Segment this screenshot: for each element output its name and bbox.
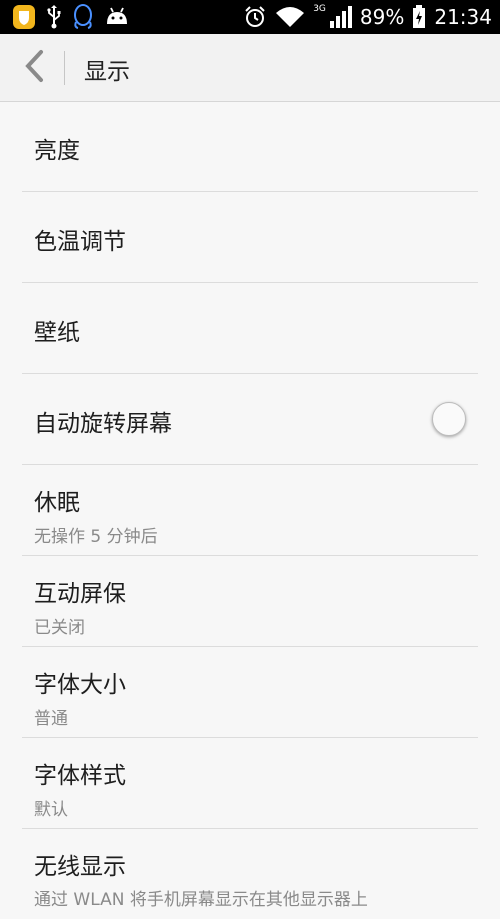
network-type: 3G [313,4,326,14]
setting-title: 互动屏保 [34,581,126,607]
setting-title: 字体大小 [34,672,126,698]
back-button[interactable] [16,48,52,88]
setting-font-size[interactable]: 字体大小 普通 [22,647,478,738]
settings-list: 亮度 色温调节 壁纸 自动旋转屏幕 休眠 无操作 5 分钟后 互动屏保 已关闭 … [0,101,500,919]
auto-rotate-toggle[interactable] [432,402,466,436]
setting-title: 休眠 [34,490,80,516]
clock: 21:34 [434,5,492,29]
header-divider [64,51,65,85]
signal-icon [328,5,352,29]
setting-title: 字体样式 [34,763,126,789]
setting-sleep[interactable]: 休眠 无操作 5 分钟后 [22,465,478,556]
setting-wireless-display[interactable]: 无线显示 通过 WLAN 将手机屏幕显示在其他显示器上 [22,829,478,919]
alarm-icon [243,5,267,29]
setting-value: 已关闭 [34,618,85,638]
setting-color-temperature[interactable]: 色温调节 [22,192,478,283]
shield-icon [12,4,36,30]
setting-daydream[interactable]: 互动屏保 已关闭 [22,556,478,647]
action-bar: 显示 [0,34,500,102]
status-bar: 3G 89% 21:34 [0,0,500,34]
chevron-left-icon [23,49,45,87]
wifi-icon [275,6,305,28]
android-icon [104,6,130,28]
setting-auto-rotate[interactable]: 自动旋转屏幕 [22,374,478,465]
usb-icon [46,5,62,29]
setting-font-style[interactable]: 字体样式 默认 [22,738,478,829]
qq-icon [72,4,94,30]
setting-title: 自动旋转屏幕 [34,411,172,437]
setting-value: 普通 [34,709,68,729]
battery-percent: 89% [359,5,405,29]
setting-title: 亮度 [34,138,80,164]
setting-value: 默认 [34,800,68,820]
setting-title: 色温调节 [34,229,126,255]
setting-value: 无操作 5 分钟后 [34,527,158,547]
page-title: 显示 [84,59,130,85]
setting-brightness[interactable]: 亮度 [22,101,478,192]
setting-wallpaper[interactable]: 壁纸 [22,283,478,374]
setting-title: 无线显示 [34,854,126,880]
setting-title: 壁纸 [34,320,80,346]
battery-icon [412,5,426,29]
